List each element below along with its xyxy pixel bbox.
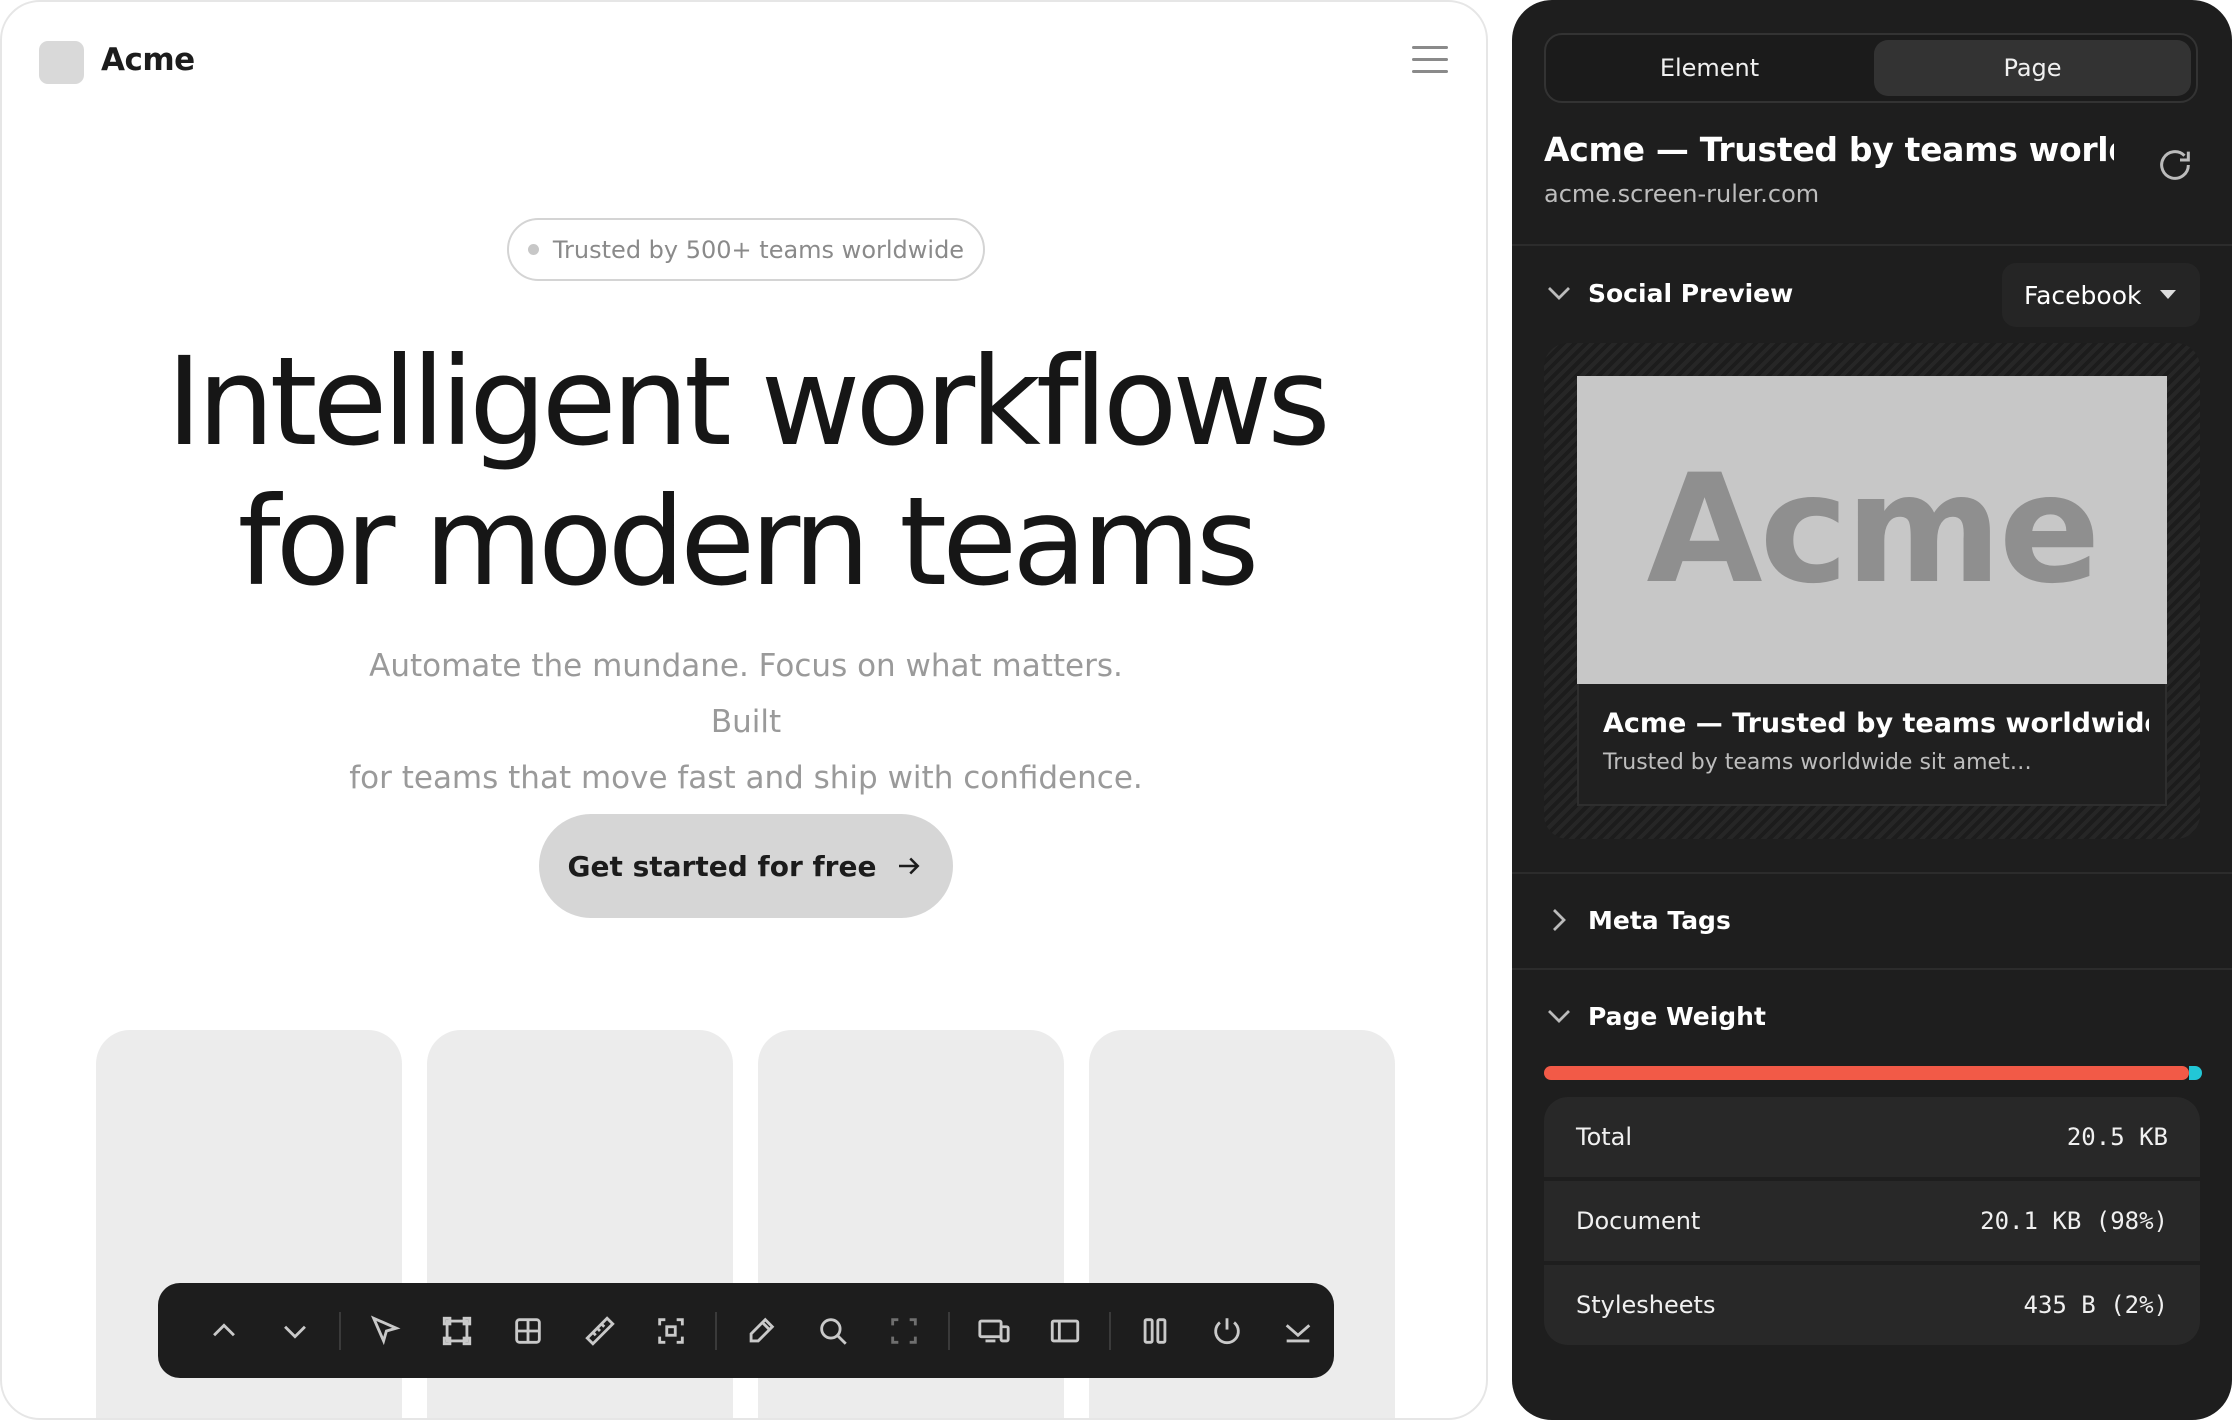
page-title: Acme — Trusted by teams worldwi… [1544,130,2114,169]
eyedropper-icon[interactable] [725,1295,797,1367]
platform-select[interactable]: Facebook [2002,263,2200,327]
chevron-down-icon[interactable] [260,1295,332,1367]
og-card-title: Acme — Trusted by teams worldwide s… [1603,708,2149,739]
weight-label: Document [1576,1207,1701,1235]
arrow-right-icon [899,857,921,875]
hero-line-1: Intelligent workflows [166,331,1330,473]
frame-icon[interactable] [421,1295,493,1367]
menu-icon[interactable] [1412,46,1448,76]
trust-badge-text: Trusted by 500+ teams worldwide [552,235,965,264]
crop-icon[interactable] [636,1295,708,1367]
weight-bar-document [1544,1066,2189,1080]
chevron-up-icon[interactable] [188,1295,260,1367]
inspector-toolbar [158,1283,1334,1378]
trust-badge: Trusted by 500+ teams worldwide [507,218,985,281]
subtitle-line-2: for teams that move fast and ship with c… [349,760,1143,796]
cursor-icon[interactable] [349,1295,421,1367]
weight-label: Stylesheets [1576,1291,1716,1319]
power-icon[interactable] [1191,1295,1263,1367]
devices-icon[interactable] [958,1295,1030,1367]
sidebar-icon[interactable] [1030,1295,1102,1367]
fullscreen-icon[interactable] [868,1295,940,1367]
section-divider [1512,244,2232,246]
tab-page[interactable]: Page [1874,40,2191,96]
toolbar-divider [715,1311,718,1350]
view-toggle: Element Page [1544,33,2198,103]
page-weight-header[interactable]: Page Weight [1544,1001,1766,1031]
search-icon[interactable] [797,1295,869,1367]
platform-select-value: Facebook [2024,280,2142,310]
cta-label: Get started for free [567,849,877,883]
og-card-description: Trusted by teams worldwide sit amet… [1603,750,2032,775]
subtitle-line-1: Automate the mundane. Focus on what matt… [369,648,1123,740]
weight-row-total: Total 20.5 KB [1544,1097,2200,1177]
weight-row-document: Document 20.1 KB (98%) [1544,1181,2200,1261]
hero-subtitle: Automate the mundane. Focus on what matt… [332,638,1160,806]
og-card-text: Acme — Trusted by teams worldwide s… Tru… [1577,684,2167,806]
section-divider [1512,968,2232,970]
website-preview: Acme Trusted by 500+ teams worldwide Int… [0,0,1488,1420]
chevron-down-icon [1548,1010,1570,1023]
meta-tags-title: Meta Tags [1588,905,1731,935]
logo-mark[interactable] [39,41,84,84]
page-weight-title: Page Weight [1588,1001,1766,1031]
weight-value: 435 B (2%) [2023,1291,2169,1319]
chevron-down-icon [1548,287,1570,300]
columns-icon[interactable] [1119,1295,1191,1367]
caret-down-icon [2160,290,2176,299]
inspector-panel: Element Page Acme — Trusted by teams wor… [1512,0,2232,1420]
og-image: Acme [1577,376,2167,684]
hero-line-2: for modern teams [237,471,1260,613]
hero-heading: Intelligent workflows for modern teams [2,331,1486,613]
tab-element[interactable]: Element [1551,40,1868,96]
page-url: acme.screen-ruler.com [1544,180,1820,208]
toolbar-divider [1109,1311,1112,1350]
chevron-right-icon [1553,909,1566,931]
section-divider [1512,872,2232,874]
weight-label: Total [1576,1123,1633,1151]
collapse-icon[interactable] [1262,1295,1334,1367]
weight-row-stylesheets: Stylesheets 435 B (2%) [1544,1265,2200,1345]
social-preview-title: Social Preview [1588,278,1794,308]
weight-value: 20.5 KB [2066,1123,2168,1151]
toolbar-divider [339,1311,342,1350]
toolbar-divider [948,1311,951,1350]
grid-icon[interactable] [492,1295,564,1367]
badge-dot-icon [527,244,539,255]
meta-tags-header[interactable]: Meta Tags [1544,905,1731,935]
ruler-icon[interactable] [564,1295,636,1367]
weight-value: 20.1 KB (98%) [1980,1207,2168,1235]
get-started-button[interactable]: Get started for free [539,814,953,918]
weight-bar-stylesheets [2189,1066,2202,1080]
social-preview-header[interactable]: Social Preview [1544,278,1793,308]
logo-text[interactable]: Acme [101,42,195,78]
refresh-icon[interactable] [2155,145,2195,185]
